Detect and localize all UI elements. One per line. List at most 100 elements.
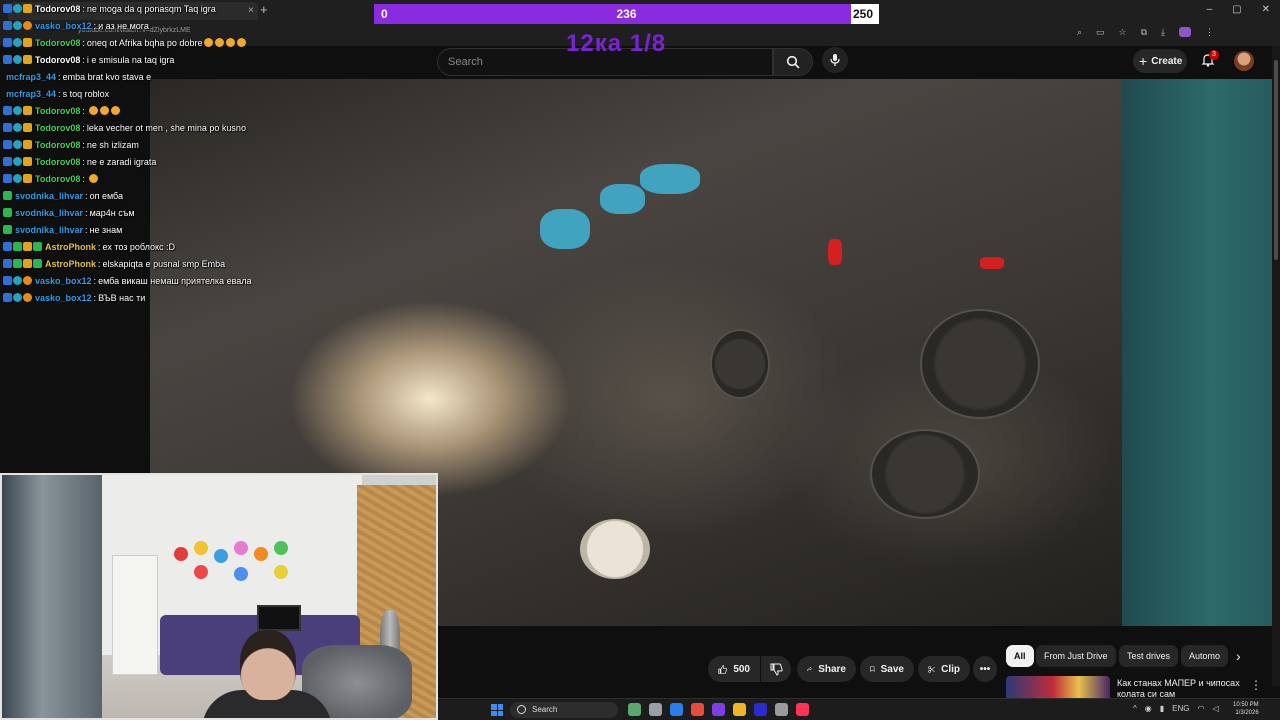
- chat-badge-icon: [3, 208, 12, 217]
- maximize-button[interactable]: ▢: [1232, 4, 1241, 15]
- chat-username[interactable]: vasko_box12: [35, 21, 92, 31]
- download-icon[interactable]: ⤓: [1161, 27, 1165, 38]
- chat-username[interactable]: Todorov08: [35, 4, 80, 14]
- chat-badge-icon: [33, 259, 42, 268]
- goal-progress-bar: 0 236 250: [374, 4, 879, 24]
- chat-text: ВЪВ нас ти: [98, 292, 146, 303]
- search-icon: [786, 55, 800, 69]
- chat-message: mcfrap3_44: s toq roblox: [3, 85, 109, 102]
- chat-username[interactable]: svodnika_lihvar: [15, 208, 83, 218]
- browser-profile-icon[interactable]: [1179, 27, 1191, 37]
- recommendation-title[interactable]: Как станах МАПЕР и чипосах колата си сам: [1117, 678, 1247, 700]
- taskbar-app-icon[interactable]: [754, 703, 767, 716]
- microphone-icon[interactable]: ▮: [1160, 704, 1164, 713]
- chat-text: мар4н съм: [89, 207, 135, 218]
- clip-button[interactable]: Clip: [918, 656, 970, 682]
- bookmark-icon: [870, 666, 875, 672]
- chat-separator: :: [58, 71, 61, 82]
- taskbar-app-icon[interactable]: [796, 703, 809, 716]
- chat-separator: :: [82, 37, 85, 48]
- taskbar-app-icon[interactable]: [733, 703, 746, 716]
- chat-badge-icon: [23, 293, 32, 302]
- chat-message: Todorov08: ne e zaradi igrata: [3, 153, 156, 170]
- minimize-button[interactable]: –: [1207, 4, 1213, 15]
- chat-username[interactable]: svodnika_lihvar: [15, 191, 83, 201]
- chat-username[interactable]: Todorov08: [35, 38, 80, 48]
- chat-username[interactable]: AstroPhonk: [45, 242, 96, 252]
- chat-username[interactable]: vasko_box12: [35, 293, 92, 303]
- chat-username[interactable]: Todorov08: [35, 174, 80, 184]
- chip-all[interactable]: All: [1006, 645, 1034, 667]
- chat-badge-icon: [13, 4, 22, 13]
- windows-start-icon[interactable]: [491, 704, 503, 716]
- extensions-icon[interactable]: ⧉: [1141, 27, 1147, 38]
- chat-username[interactable]: svodnika_lihvar: [15, 225, 83, 235]
- chat-badges: [3, 4, 32, 13]
- chat-username[interactable]: Todorov08: [35, 157, 80, 167]
- close-tab-icon[interactable]: ×: [248, 5, 254, 16]
- chat-username[interactable]: mcfrap3_44: [6, 89, 56, 99]
- chevron-right-icon[interactable]: ›: [1236, 648, 1241, 664]
- browser-menu-icon[interactable]: ⋮: [1205, 27, 1214, 38]
- chat-badge-icon: [3, 259, 12, 268]
- volume-icon[interactable]: ◁: [1212, 704, 1218, 713]
- voice-search-button[interactable]: [822, 47, 848, 73]
- chip-test-drives[interactable]: Test drives: [1119, 645, 1179, 667]
- chat-username[interactable]: mcfrap3_44: [6, 72, 56, 82]
- taskbar-app-icon[interactable]: [628, 703, 641, 716]
- chat-badge-icon: [3, 174, 12, 183]
- more-actions-button[interactable]: •••: [973, 656, 997, 682]
- like-button[interactable]: 500: [708, 656, 760, 682]
- search-button[interactable]: [773, 48, 813, 76]
- chat-badge-icon: [3, 242, 12, 251]
- chat-badge-icon: [23, 242, 32, 251]
- share-button[interactable]: Share: [797, 656, 856, 682]
- chat-username[interactable]: Todorov08: [35, 140, 80, 150]
- taskbar-app-icon[interactable]: [649, 703, 662, 716]
- network-icon[interactable]: ◉: [1145, 704, 1152, 713]
- taskbar-clock[interactable]: 10:50 PM 1/3/2026: [1233, 701, 1259, 717]
- taskbar-search[interactable]: Search: [510, 702, 618, 718]
- like-count: 500: [733, 663, 750, 675]
- scrollbar-thumb[interactable]: [1274, 60, 1278, 260]
- chevron-up-icon[interactable]: ^: [1133, 704, 1137, 713]
- new-tab-button[interactable]: +: [260, 2, 268, 17]
- language-indicator[interactable]: ENG: [1172, 704, 1189, 713]
- dislike-button[interactable]: [761, 656, 791, 682]
- system-tray: ^ ◉ ▮ ENG ◠ ◁: [1133, 704, 1219, 713]
- more-icon: •••: [979, 663, 991, 675]
- create-button[interactable]: + Create: [1133, 49, 1187, 73]
- wall-decoration: [274, 565, 288, 579]
- taskbar-app-icon[interactable]: [712, 703, 725, 716]
- save-button[interactable]: Save: [860, 656, 914, 682]
- chat-username[interactable]: Todorov08: [35, 123, 80, 133]
- chat-username[interactable]: AstroPhonk: [45, 259, 96, 269]
- taskbar-app-icon[interactable]: [670, 703, 683, 716]
- taskbar-app-icon[interactable]: [775, 703, 788, 716]
- chip-automotive[interactable]: Automo: [1181, 645, 1229, 667]
- thumbs-up-icon: [718, 664, 728, 674]
- chat-badge-icon: [3, 55, 12, 64]
- bookmark-star-icon[interactable]: ☆: [1119, 27, 1127, 38]
- wifi-icon[interactable]: ◠: [1198, 704, 1205, 713]
- chat-badge-icon: [13, 259, 22, 268]
- taskbar-app-icon[interactable]: [691, 703, 704, 716]
- zoom-icon[interactable]: ⌕: [1077, 27, 1082, 38]
- chat-badge-icon: [13, 157, 22, 166]
- chat-message: AstroPhonk: elskapiqta e pusnal smp Emba: [3, 255, 225, 272]
- account-avatar[interactable]: [1234, 51, 1254, 71]
- engine-red-part: [980, 257, 1004, 269]
- chip-from-channel[interactable]: From Just Drive: [1036, 645, 1116, 667]
- chat-username[interactable]: Todorov08: [35, 106, 80, 116]
- engine-red-part: [828, 239, 842, 265]
- recommendation-menu-icon[interactable]: ⋮: [1250, 678, 1262, 692]
- cast-icon[interactable]: ▭: [1096, 27, 1105, 38]
- chat-username[interactable]: Todorov08: [35, 55, 80, 65]
- chat-separator: :: [93, 275, 97, 286]
- chat-badge-icon: [3, 293, 12, 302]
- close-window-button[interactable]: ✕: [1262, 4, 1270, 15]
- engine-blue-part: [540, 209, 590, 249]
- chat-username[interactable]: vasko_box12: [35, 276, 92, 286]
- chat-message: vasko_box12: емба викаш немаш приятелка е…: [3, 272, 252, 289]
- chat-badge-icon: [13, 38, 22, 47]
